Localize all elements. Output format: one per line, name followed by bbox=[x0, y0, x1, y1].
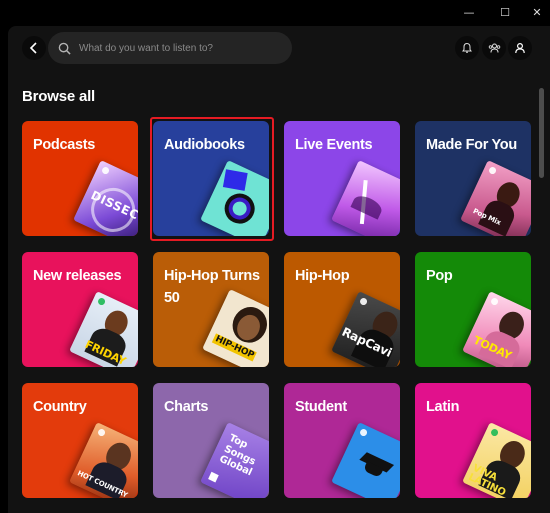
category-label: Hip-Hop bbox=[295, 268, 350, 284]
category-label: Charts bbox=[164, 399, 209, 415]
close-window-button[interactable]: ✕ bbox=[520, 0, 550, 24]
category-tile-new-releases[interactable]: New releases FRIDAY bbox=[22, 252, 138, 367]
category-artwork: HOT COUNTRY bbox=[69, 422, 138, 498]
category-label: Country bbox=[33, 399, 87, 415]
category-artwork: RapCavi bbox=[331, 291, 400, 367]
category-artwork: Top Songs Global bbox=[200, 422, 269, 498]
chevron-left-icon bbox=[29, 42, 37, 54]
category-tile-latin[interactable]: Latin VIVA LATINO bbox=[415, 383, 531, 498]
category-artwork bbox=[331, 422, 400, 498]
maximize-button[interactable]: ☐ bbox=[488, 0, 522, 24]
artwork-text: Top Songs Global bbox=[217, 432, 258, 479]
scrollbar-thumb[interactable] bbox=[539, 88, 544, 178]
category-tile-live-events[interactable]: Live Events bbox=[284, 121, 400, 236]
bell-icon bbox=[462, 42, 472, 53]
category-label: Latin bbox=[426, 399, 460, 415]
search-input[interactable] bbox=[79, 42, 279, 54]
friends-icon bbox=[488, 43, 500, 53]
category-artwork: TODAY bbox=[462, 291, 531, 367]
search-bar[interactable] bbox=[48, 32, 292, 64]
category-label: Made For You bbox=[426, 137, 517, 153]
category-artwork bbox=[331, 160, 400, 236]
category-artwork: VIVA LATINO bbox=[462, 422, 531, 498]
user-icon bbox=[515, 42, 525, 54]
category-tile-charts[interactable]: Charts Top Songs Global bbox=[153, 383, 269, 498]
friend-activity-button[interactable] bbox=[482, 36, 506, 60]
window-titlebar: — ☐ ✕ bbox=[0, 0, 550, 24]
back-button[interactable] bbox=[22, 36, 46, 60]
category-label: Student bbox=[295, 399, 347, 415]
category-tile-made-for-you[interactable]: Made For You Pop Mix bbox=[415, 121, 531, 236]
category-label: New releases bbox=[33, 268, 122, 284]
category-tile-country[interactable]: Country HOT COUNTRY bbox=[22, 383, 138, 498]
category-tile-podcasts[interactable]: Podcasts DISSECT bbox=[22, 121, 138, 236]
selection-highlight bbox=[150, 117, 274, 241]
category-tile-hip-hop[interactable]: Hip-Hop RapCavi bbox=[284, 252, 400, 367]
category-artwork: FRIDAY bbox=[69, 291, 138, 367]
main-panel: Browse all Podcasts DISSECT Audiobooks L… bbox=[8, 26, 550, 513]
category-tile-student[interactable]: Student bbox=[284, 383, 400, 498]
category-label: Podcasts bbox=[33, 137, 96, 153]
category-label: Live Events bbox=[295, 137, 373, 153]
category-tile-hip-hop-turns-50[interactable]: Hip-Hop Turns 50 HIP-HOP bbox=[153, 252, 269, 367]
category-label: Pop bbox=[426, 268, 453, 284]
notifications-button[interactable] bbox=[455, 36, 479, 60]
page-title: Browse all bbox=[22, 88, 96, 105]
search-icon bbox=[58, 42, 71, 55]
profile-button[interactable] bbox=[508, 36, 532, 60]
category-tile-pop[interactable]: Pop TODAY bbox=[415, 252, 531, 367]
minimize-button[interactable]: — bbox=[452, 0, 486, 24]
category-artwork: Pop Mix bbox=[460, 160, 531, 236]
category-artwork: DISSECT bbox=[73, 160, 138, 236]
